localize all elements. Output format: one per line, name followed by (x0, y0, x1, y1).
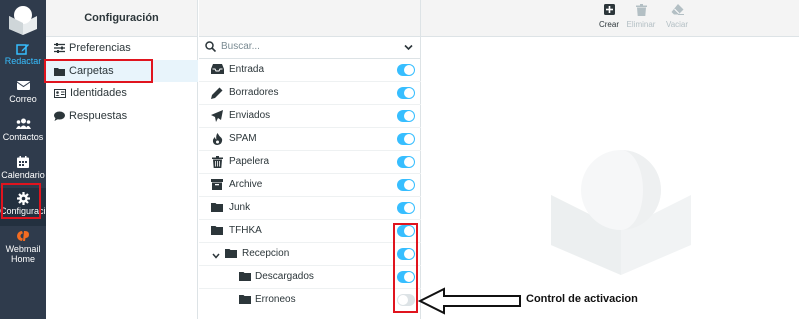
nav-compose[interactable]: Redactar (0, 38, 46, 76)
settings-item-responses-label: Respuestas (69, 110, 128, 122)
nav-compose-label: Redactar (4, 56, 42, 66)
folder-row-descargados[interactable]: Descargados (199, 266, 421, 289)
compose-icon (0, 38, 46, 56)
folder-row-erroneos[interactable]: Erroneos (199, 289, 421, 312)
subscription-toggle[interactable] (397, 202, 415, 214)
folder-search[interactable]: Buscar... (199, 37, 421, 59)
toggles-highlight-box (393, 223, 418, 313)
folder-icon (239, 294, 251, 307)
nav-calendar-label: Calendario (1, 170, 45, 180)
folder-label: Entrada (229, 64, 265, 75)
folder-label: Recepcion (242, 248, 290, 259)
nav-contacts[interactable]: Contactos (0, 114, 46, 152)
annotation-arrow-icon (418, 287, 521, 315)
roundcube-logo (9, 6, 37, 35)
envelope-icon (0, 76, 46, 94)
folder-label: Borradores (229, 87, 279, 98)
folder-row-entrada[interactable]: Entrada (199, 59, 421, 82)
create-button-label: Crear (598, 20, 619, 29)
folder-row-papelera[interactable]: Papelera (199, 151, 421, 174)
subscription-toggle[interactable] (397, 133, 415, 145)
trash-icon (621, 4, 661, 20)
trash-icon (212, 156, 223, 171)
chevron-down-icon[interactable] (212, 250, 220, 262)
nav-webmail-home[interactable]: Webmail Home (0, 226, 46, 266)
folder-toolbar: Crear Eliminar Vaciar (421, 0, 799, 37)
folder-icon (211, 202, 223, 215)
sliders-icon (54, 43, 65, 53)
contacts-icon (0, 114, 46, 132)
roundcube-watermark (551, 150, 691, 275)
folders-header (199, 0, 420, 37)
folder-label: Junk (229, 202, 251, 213)
folders-highlight-box (44, 59, 153, 83)
search-input[interactable]: Buscar... (221, 41, 260, 52)
archive-icon (211, 179, 223, 193)
empty-button[interactable]: Vaciar (657, 4, 697, 29)
fire-icon (212, 133, 223, 148)
folder-label: Archive (229, 179, 263, 190)
folder-icon (239, 271, 251, 284)
empty-button-label: Vaciar (665, 20, 689, 29)
folder-label: TFHKA (229, 225, 262, 236)
folder-icon (211, 225, 223, 238)
pencil-icon (211, 87, 223, 102)
nav-mail[interactable]: Correo (0, 76, 46, 114)
chevron-down-icon[interactable] (404, 42, 413, 54)
folders-panel: Buscar... Entrada Borradores Enviados SP… (199, 0, 421, 319)
delete-button-label: Eliminar (626, 20, 656, 29)
folder-row-recepcion[interactable]: Recepcion (199, 243, 421, 266)
inbox-icon (211, 64, 224, 77)
folder-icon (225, 248, 237, 261)
folder-label: SPAM (229, 133, 257, 144)
settings-item-preferences-label: Preferencias (69, 42, 131, 54)
eraser-icon (657, 4, 697, 20)
search-icon (205, 41, 217, 55)
main-navigation: Redactar Correo Contactos Calendario Con… (0, 0, 46, 319)
nav-mail-label: Correo (9, 94, 37, 104)
paper-plane-icon (211, 110, 223, 125)
folder-label: Erroneos (255, 294, 296, 305)
subscription-toggle[interactable] (397, 179, 415, 191)
calendar-icon (0, 152, 46, 170)
content-pane: Crear Eliminar Vaciar (421, 0, 799, 319)
settings-highlight-box (1, 183, 41, 219)
settings-item-identities[interactable]: Identidades (46, 82, 198, 104)
subscription-toggle[interactable] (397, 87, 415, 99)
folder-row-tfhka[interactable]: TFHKA (199, 220, 421, 243)
annotation-label: Control de activacion (526, 293, 638, 305)
settings-item-responses[interactable]: Respuestas (46, 105, 198, 127)
comment-icon (54, 111, 65, 121)
subscription-toggle[interactable] (397, 110, 415, 122)
delete-button[interactable]: Eliminar (621, 4, 661, 29)
settings-item-preferences[interactable]: Preferencias (46, 37, 198, 59)
folder-row-spam[interactable]: SPAM (199, 128, 421, 151)
nav-contacts-label: Contactos (2, 132, 44, 142)
settings-panel: Configuración Preferencias Carpetas Iden… (46, 0, 198, 319)
folder-row-enviados[interactable]: Enviados (199, 105, 421, 128)
id-card-icon (54, 89, 66, 98)
settings-title: Configuración (46, 0, 197, 37)
subscription-toggle[interactable] (397, 156, 415, 168)
folder-row-borradores[interactable]: Borradores (199, 82, 421, 105)
subscription-toggle[interactable] (397, 64, 415, 76)
folder-label: Papelera (229, 156, 270, 167)
folder-label: Descargados (255, 271, 314, 282)
nav-webmail-home-label: Webmail Home (5, 244, 41, 264)
folder-row-junk[interactable]: Junk (199, 197, 421, 220)
folder-label: Enviados (229, 110, 271, 121)
cpanel-icon (0, 226, 46, 244)
folder-row-archive[interactable]: Archive (199, 174, 421, 197)
settings-item-identities-label: Identidades (70, 87, 127, 99)
